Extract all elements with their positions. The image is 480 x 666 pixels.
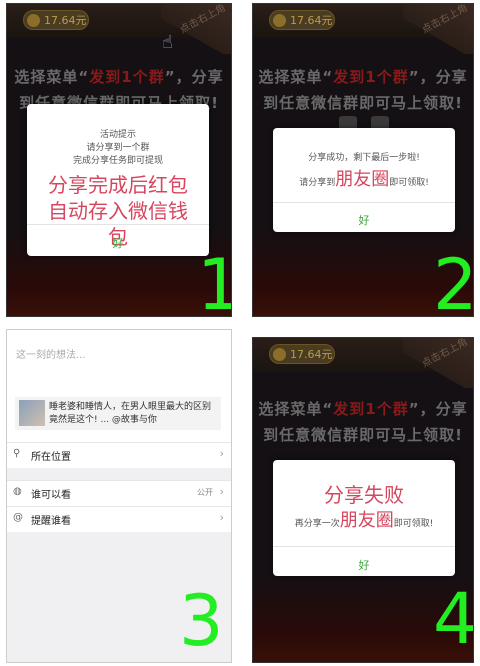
article-title: 睡老婆和睡情人，在男人眼里最大的区别竟然是这个! ... @故事与你: [49, 402, 212, 425]
coin-icon: [273, 14, 286, 27]
share-success-dialog: 分享成功，剩下最后一步啦! 请分享到朋友圈即可领取! 好: [273, 128, 455, 232]
thought-input[interactable]: 这一刻的想法...: [16, 346, 86, 361]
ok-button[interactable]: 好: [273, 212, 455, 228]
step-number: 4: [433, 578, 474, 660]
coin-balance: 17.64元: [23, 10, 89, 30]
chevron-right-icon: ›: [219, 511, 224, 524]
globe-icon: ◍: [13, 486, 22, 497]
coin-balance: 17.64元: [269, 10, 335, 30]
share-failed-dialog: 分享失败 再分享一次朋友圈即可领取! 好: [273, 460, 455, 576]
dialog-line-1: 分享成功，剩下最后一步啦!: [308, 153, 420, 163]
coin-balance: 17.64元: [269, 344, 335, 364]
dialog-line-2: 完成分享任务即可提现: [72, 156, 163, 166]
panel-3: 这一刻的想法... 睡老婆和睡情人，在男人眼里最大的区别竟然是这个! ... @…: [6, 329, 232, 663]
ok-button[interactable]: 好: [27, 235, 209, 251]
coin-icon: [27, 14, 40, 27]
headline: 选择菜单“发到1个群”，分享 到任意微信群即可马上领取!: [258, 68, 468, 112]
location-pin-icon: ⚲: [13, 448, 21, 459]
pointer-hand-icon: ☝: [162, 32, 173, 53]
panel-4: 17.64元 点击右上角 选择菜单“发到1个群”，分享 到任意微信群即可马上领取…: [252, 337, 474, 663]
location-row[interactable]: ⚲ 所在位置 ›: [7, 442, 231, 468]
dialog-separator: [27, 224, 209, 225]
dialog-line-1: 请分享到一个群: [86, 143, 150, 153]
coin-icon: [273, 348, 286, 361]
article-thumbnail: [19, 400, 45, 426]
panel-1: 17.64元 点击右上角 ☝ 选择菜单“发到1个群”，分享 到任意微信群即可马上…: [6, 3, 232, 317]
step-number: 1: [197, 250, 231, 316]
dialog-separator: [273, 546, 455, 547]
visibility-row[interactable]: ◍ 谁可以看 公开 ›: [7, 480, 231, 506]
panel-2: 17.64元 点击右上角 选择菜单“发到1个群”，分享 到任意微信群即可马上领取…: [252, 3, 474, 317]
dialog-title: 活动提示: [99, 130, 136, 140]
compose-area: 这一刻的想法... 睡老婆和睡情人，在男人眼里最大的区别竟然是这个! ... @…: [7, 330, 231, 442]
headline: 选择菜单“发到1个群”，分享 到任意微信群即可马上领取!: [258, 400, 468, 444]
dialog-line-2: 再分享一次朋友圈即可领取!: [294, 510, 434, 531]
step-number: 2: [433, 244, 474, 317]
remind-row[interactable]: @ 提醒谁看 ›: [7, 506, 231, 532]
chevron-right-icon: ›: [219, 485, 224, 498]
ok-button[interactable]: 好: [273, 557, 455, 573]
activity-dialog: 活动提示 请分享到一个群 完成分享任务即可提现 分享完成后红包自动存入微信钱包 …: [27, 104, 209, 256]
step-number: 3: [179, 580, 224, 662]
dialog-separator: [273, 202, 455, 203]
dialog-big-text: 分享失败: [324, 483, 404, 507]
at-icon: @: [13, 512, 23, 523]
dialog-line-2: 请分享到朋友圈即可领取!: [299, 169, 429, 190]
chevron-right-icon: ›: [219, 447, 224, 460]
shared-article-card[interactable]: 睡老婆和睡情人，在男人眼里最大的区别竟然是这个! ... @故事与你: [15, 397, 221, 430]
